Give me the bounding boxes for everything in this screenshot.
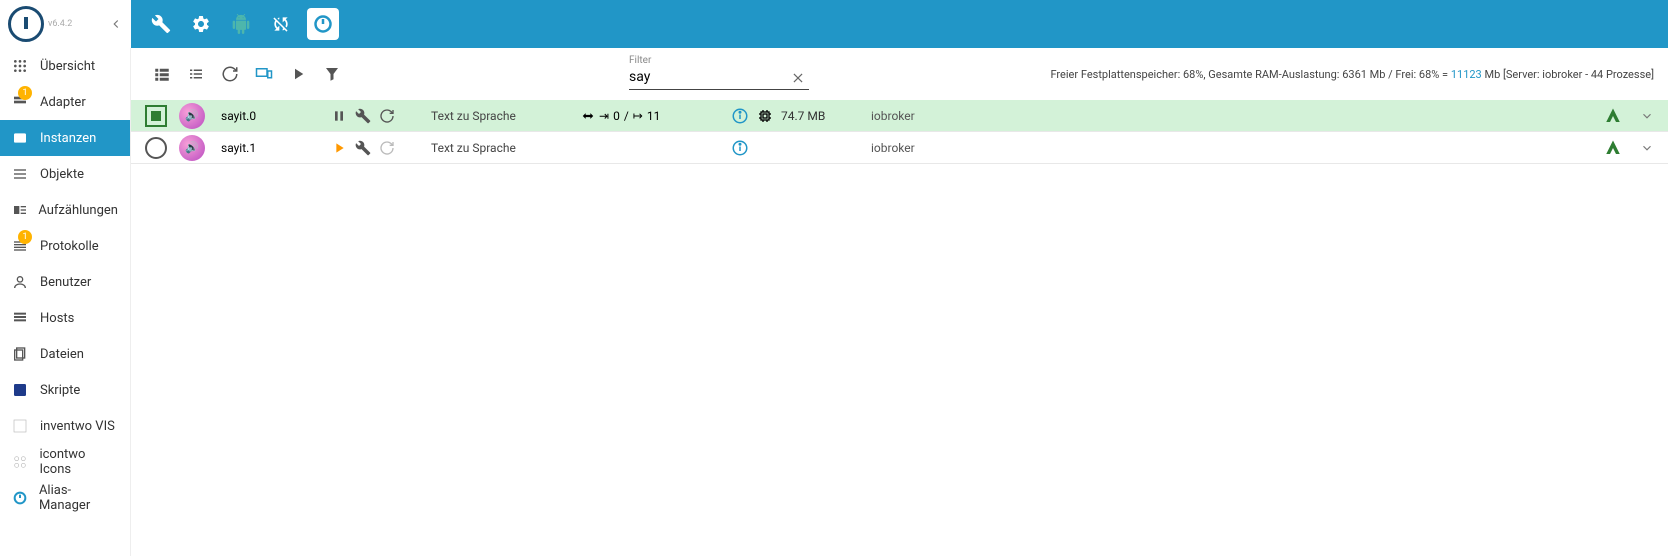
badge: 1 [18, 230, 32, 244]
devices-icon[interactable] [247, 57, 281, 91]
play-icon[interactable] [331, 140, 347, 156]
refresh-icon[interactable] [213, 57, 247, 91]
sidebar-item-label: icontwo Icons [39, 447, 118, 477]
view-list-icon[interactable] [145, 57, 179, 91]
memory-value: 74.7 MB [781, 109, 825, 123]
sentry-icon[interactable] [1604, 139, 1622, 157]
android-icon[interactable] [221, 4, 261, 44]
conn-out: 11 [647, 109, 661, 123]
js-icon [12, 382, 32, 398]
conn-out-icon: ↦ [633, 109, 643, 123]
badge: 1 [18, 86, 32, 100]
view-compact-icon[interactable] [179, 57, 213, 91]
instance-description: Text zu Sprache [431, 109, 581, 123]
sidebar-item-label: Aufzählungen [38, 203, 118, 218]
iobroker-logo-button[interactable] [307, 8, 339, 40]
sidebar-item-aufzaehlungen[interactable]: Aufzählungen [0, 192, 130, 228]
sidebar-item-icontwo-icons[interactable]: icontwo Icons [0, 444, 130, 480]
subtitles-icon [12, 130, 32, 146]
filter-label: Filter [629, 55, 651, 66]
file-copy-icon [12, 346, 32, 362]
sidebar-item-label: Benutzer [40, 275, 91, 290]
sync-off-icon[interactable] [261, 4, 301, 44]
grid-icon [12, 58, 32, 74]
instance-state-indicator[interactable] [145, 137, 167, 159]
instance-adapter-icon [179, 103, 205, 129]
collapse-sidebar-icon[interactable] [109, 17, 123, 31]
sidebar-item-skripte[interactable]: Skripte [0, 372, 130, 408]
sidebar-item-label: Hosts [40, 311, 74, 326]
sidebar-item-dateien[interactable]: Dateien [0, 336, 130, 372]
sidebar-item-label: Adapter [40, 95, 86, 110]
instance-row: sayit.0 Text zu Sprache ⇥0 / ↦11 74.7 MB… [131, 100, 1668, 132]
list-icon [12, 166, 32, 182]
sidebar-item-label: Protokolle [40, 239, 99, 254]
conn-in-icon: ⇥ [599, 109, 609, 123]
sidebar-item-label: inventwo VIS [40, 419, 115, 434]
settings-icon[interactable] [355, 108, 371, 124]
play-all-icon[interactable] [281, 57, 315, 91]
sidebar-item-label: Alias-Manager [39, 483, 118, 513]
instance-host: iobroker [871, 109, 1371, 123]
version-label: v6.4.2 [48, 19, 72, 29]
sentry-icon[interactable] [1604, 107, 1622, 125]
restart-icon [379, 140, 395, 156]
filter-input[interactable] [629, 59, 809, 90]
sidebar-item-inventwo-vis[interactable]: inventwo VIS [0, 408, 130, 444]
info-icon[interactable] [731, 107, 749, 125]
conn-in: 0 [613, 109, 620, 123]
clear-filter-icon[interactable] [791, 71, 805, 85]
sidebar-item-instanzen[interactable]: Instanzen [0, 120, 130, 156]
sidebar-item-label: Übersicht [40, 59, 95, 74]
info-icon[interactable] [731, 139, 749, 157]
alias-icon [12, 490, 31, 506]
instance-state-indicator[interactable] [145, 105, 167, 127]
instance-name[interactable]: sayit.1 [221, 141, 331, 155]
sidebar-item-protokolle[interactable]: 1 Protokolle [0, 228, 130, 264]
pause-icon[interactable] [331, 108, 347, 124]
topbar [131, 0, 1668, 48]
art-track-icon [12, 202, 30, 218]
system-status-text: Freier Festplattenspeicher: 68%, Gesamte… [1050, 68, 1654, 81]
sidebar-item-label: Instanzen [40, 131, 96, 146]
swap-icon [581, 109, 595, 123]
sidebar-item-label: Dateien [40, 347, 84, 362]
instance-name[interactable]: sayit.0 [221, 109, 331, 123]
gear-icon[interactable] [181, 4, 221, 44]
filter-icon[interactable] [315, 57, 349, 91]
instance-host: iobroker [871, 141, 1371, 155]
settings-icon[interactable] [355, 140, 371, 156]
inventwo-icon [12, 418, 32, 434]
sidebar-item-benutzer[interactable]: Benutzer [0, 264, 130, 300]
icontwo-icon [12, 454, 31, 470]
expand-row-icon[interactable] [1640, 141, 1654, 155]
sidebar-item-alias-manager[interactable]: Alias-Manager [0, 480, 130, 516]
sidebar: Übersicht 1 Adapter Instanzen Objekte Au… [0, 48, 131, 556]
memory-icon [757, 108, 773, 124]
storage-icon [12, 310, 32, 326]
sidebar-item-adapter[interactable]: 1 Adapter [0, 84, 130, 120]
restart-icon[interactable] [379, 108, 395, 124]
instance-adapter-icon [179, 135, 205, 161]
sidebar-item-hosts[interactable]: Hosts [0, 300, 130, 336]
sidebar-item-label: Objekte [40, 167, 84, 182]
instance-row: sayit.1 Text zu Sprache iobroker [131, 132, 1668, 164]
instance-description: Text zu Sprache [431, 141, 581, 155]
sidebar-item-uebersicht[interactable]: Übersicht [0, 48, 130, 84]
expand-row-icon[interactable] [1640, 109, 1654, 123]
sidebar-item-objekte[interactable]: Objekte [0, 156, 130, 192]
wrench-icon[interactable] [141, 4, 181, 44]
sidebar-item-label: Skripte [40, 383, 80, 398]
person-icon [12, 274, 32, 290]
app-logo [8, 6, 44, 42]
instances-toolbar: Filter Freier Festplattenspeicher: 68%, … [131, 48, 1668, 100]
